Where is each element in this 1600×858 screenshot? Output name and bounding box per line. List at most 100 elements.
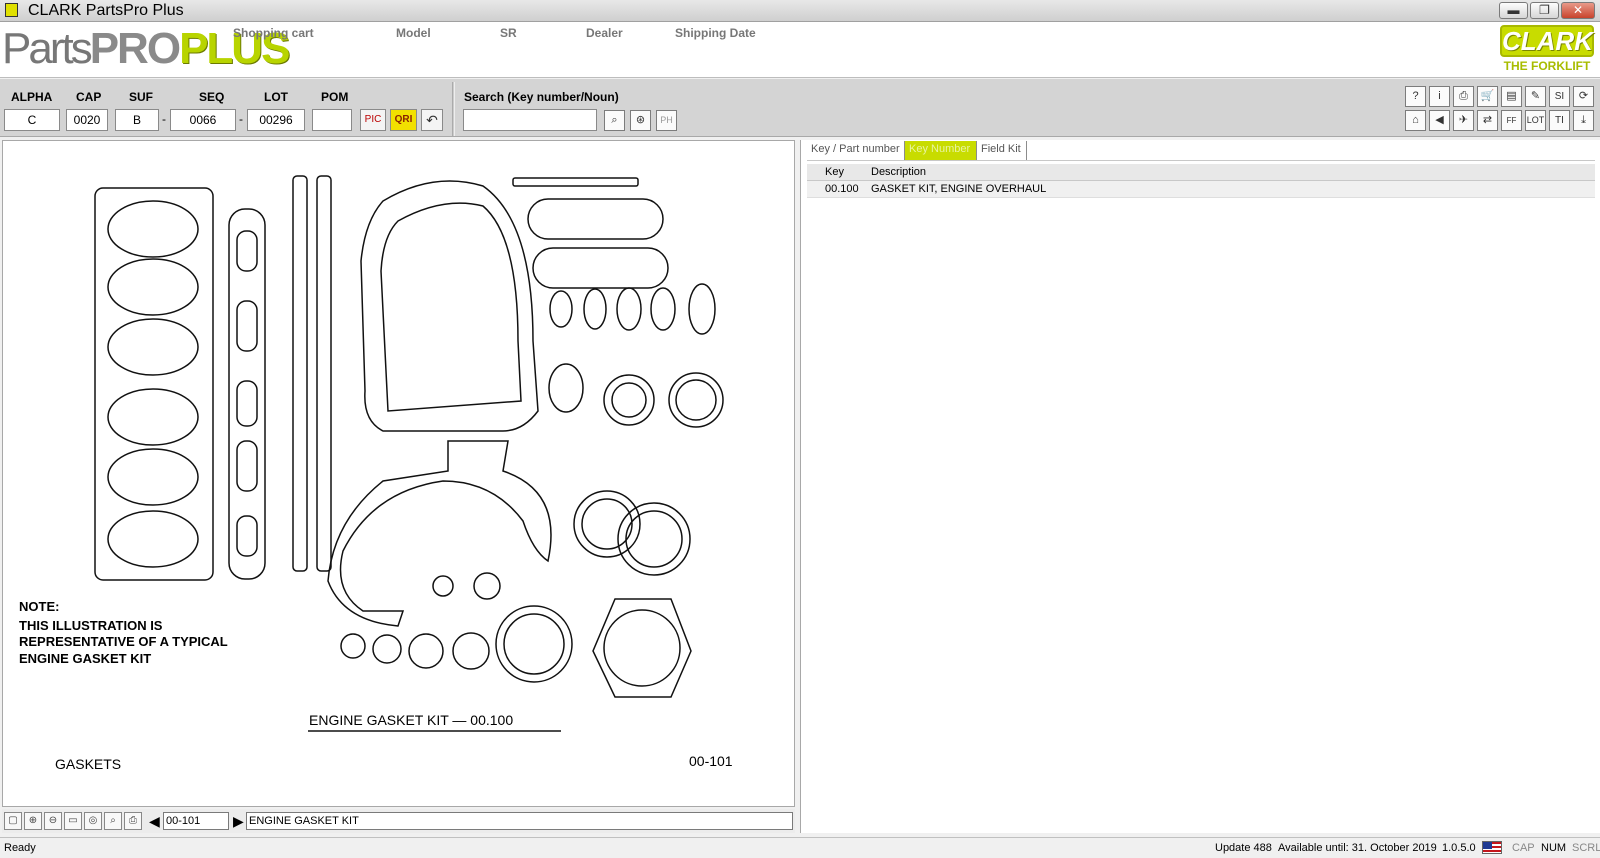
oil-seal [473,572,501,600]
clark-brand-name: CLARK [1500,25,1594,57]
update-number: Update 488 [1215,842,1272,854]
print-icon[interactable]: ⎙ [124,812,142,830]
seq-field[interactable]: 0066 [170,109,236,131]
alpha-field[interactable]: C [4,109,60,131]
status-bar: Ready Update 488 Available until: 31. Oc… [0,837,1600,858]
column-header-description[interactable]: Description [871,166,926,178]
back-arrow-icon[interactable]: ◀ [1429,110,1450,131]
model-label: Model [396,26,431,40]
pom-field[interactable] [312,109,352,131]
lot-label: LOT [264,90,288,104]
pom-label: POM [321,90,349,104]
num-indicator: NUM [1541,842,1567,854]
scrl-indicator: SCRL [1572,842,1600,854]
back-icon[interactable]: ↶ [421,109,443,131]
oil-pan-gasket [327,440,552,627]
ti-button[interactable]: TI [1549,110,1570,131]
rear-main-seal [495,605,573,683]
suf-field[interactable]: B [115,109,159,131]
dealer-label: Dealer [586,26,623,40]
separator-dash: - [162,112,166,126]
alpha-label: ALPHA [11,90,53,104]
prev-page-icon[interactable]: ◀ [149,813,160,830]
search-icon[interactable]: ⌕ [604,110,625,131]
transfer-icon[interactable]: ⇄ [1477,110,1498,131]
figure-number: 00-101 [689,753,733,769]
download-icon[interactable]: ⤓ [1573,110,1594,131]
row-description: GASKET KIT, ENGINE OVERHAUL [871,183,1047,195]
oil-seal [408,633,444,669]
cap-field[interactable]: 0020 [66,109,108,131]
shopping-cart-label[interactable]: Shopping cart [233,26,314,40]
lot-button[interactable]: LOT [1525,110,1546,131]
hex-gasket [592,598,692,698]
zoom-in-icon[interactable]: ⊕ [24,812,42,830]
refresh-icon[interactable]: ⟳ [1573,86,1594,107]
column-header-key[interactable]: Key [825,166,844,178]
suf-label: SUF [129,90,153,104]
pin-icon[interactable]: ✈ [1453,110,1474,131]
ff-button[interactable]: FF [1501,110,1522,131]
tab-key-number[interactable]: Key Number [905,141,977,160]
oil-seal [452,632,490,670]
zoom-out-icon[interactable]: ⊖ [44,812,62,830]
valve-cover-strip [512,177,639,187]
available-until: Available until: 31. October 2019 [1278,842,1437,854]
page-view-icon[interactable]: ▭ [64,812,82,830]
magnifier-icon[interactable]: ⌕ [104,812,122,830]
separator-dash: - [239,112,243,126]
help-icon[interactable]: ? [1405,86,1426,107]
minimize-button[interactable]: ▬ [1499,2,1528,19]
head-gasket [94,187,214,581]
grid-header: Key Description [807,164,1595,181]
oil-seal [372,634,402,664]
home-icon[interactable]: ⌂ [1405,110,1426,131]
status-text: Ready [4,842,36,854]
note-heading: NOTE: [19,599,60,614]
title-bar: CLARK PartsPro Plus ▬ ❐ ✕ [0,0,1600,22]
header: PartsPROPLUS Shopping cart Model SR Deal… [0,22,1600,78]
logo-pro: PRO [89,24,181,73]
head-gasket-bores [107,200,199,568]
search-input[interactable] [463,109,597,131]
fit-view-icon[interactable]: ▢ [4,812,22,830]
us-flag-icon[interactable] [1482,841,1502,854]
info-icon[interactable]: i [1429,86,1450,107]
valve-cover-gasket [532,247,669,289]
print-icon[interactable]: ⎙ [1453,86,1474,107]
section-label: GASKETS [55,756,122,772]
list-icon[interactable]: ▤ [1501,86,1522,107]
valve-cover-gasket [527,198,664,240]
restore-button[interactable]: ❐ [1530,2,1559,19]
side-strip-gasket [316,175,332,572]
sr-label: SR [500,26,517,40]
tab-field-kit[interactable]: Field Kit [977,141,1027,160]
version-number: 1.0.5.0 [1442,842,1476,854]
illustration-panel: NOTE: THIS ILLUSTRATION IS REPRESENTATIV… [2,140,795,807]
row-key: 00.100 [825,183,859,195]
table-row[interactable]: 00.100 GASKET KIT, ENGINE OVERHAUL [807,181,1595,198]
close-button[interactable]: ✕ [1561,2,1595,19]
si-button[interactable]: SI [1549,86,1570,107]
pic-button[interactable]: PIC [360,109,386,131]
next-page-icon[interactable]: ▶ [233,813,244,830]
gasket-kit-illustration[interactable] [3,141,794,806]
rotate-icon[interactable]: ◎ [84,812,102,830]
lot-field[interactable]: 00296 [247,109,305,131]
page-number-input[interactable]: 00-101 [163,812,229,830]
cart-icon[interactable]: 🛒 [1477,86,1498,107]
ph-button[interactable]: PH [656,110,677,131]
seq-label: SEQ [199,90,225,104]
tab-key-part-number[interactable]: Key / Part number [807,141,905,160]
cap-indicator: CAP [1512,842,1535,854]
parts-list-panel: Key / Part number Key Number Field Kit K… [800,140,1600,833]
toolbar-divider [452,82,455,136]
page-title-field: ENGINE GASKET KIT [246,812,793,830]
shipping-date-label: Shipping Date [675,26,756,40]
side-strip-gasket [292,175,308,572]
advanced-search-icon[interactable]: ⊛ [630,110,651,131]
edit-icon[interactable]: ✎ [1525,86,1546,107]
illustration-nav-bar: ▢ ⊕ ⊖ ▭ ◎ ⌕ ⎙ ◀ 00-101 ▶ ENGINE GASKET K… [2,809,795,833]
qri-button[interactable]: QRI [390,109,417,131]
toolbar: ALPHA CAP SUF SEQ LOT POM C 0020 B - 006… [0,79,1600,137]
